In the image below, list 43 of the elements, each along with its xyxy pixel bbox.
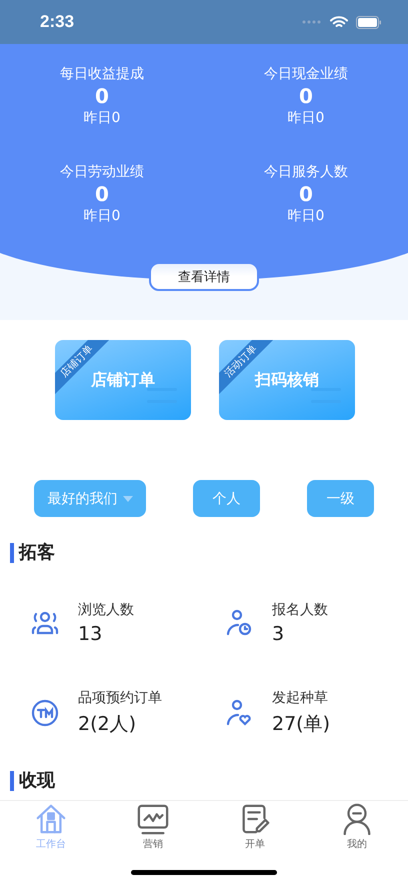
stat-label: 今日劳动业绩 [60,163,144,182]
section-title: 收现 [10,771,55,791]
metric-label: 发起种草 [272,689,329,707]
filter-button[interactable]: 最好的我们 [34,480,146,517]
metric-value: 3 [272,623,286,645]
stat-yesterday: 昨日0 [84,207,120,226]
signal-icon [302,20,322,24]
filter-button[interactable]: 一级 [307,480,374,517]
stat-value: 0 [299,84,313,108]
order-card[interactable]: 活动订单 扫码核销 [219,340,355,420]
stat-value: 0 [95,84,109,108]
monitor-chart-icon [136,803,170,835]
section-title: 拓客 [10,543,55,563]
stat-value: 0 [299,182,313,206]
metric-label: 浏览人数 [78,601,134,619]
battery-icon [356,16,382,28]
stat-label: 今日现金业绩 [264,65,348,84]
metric-value: 27(单) [272,712,330,737]
person-clock-icon [224,608,254,638]
metric-value: 13 [78,623,104,645]
caret-icon [122,496,132,502]
stat-label: 今日服务人数 [264,163,348,182]
stat-yesterday: 昨日0 [84,109,120,128]
tab-item[interactable]: 营销 [102,801,204,851]
tab-item[interactable]: 开单 [204,801,306,851]
details-button[interactable]: 查看详情 [149,262,259,291]
stat-value: 0 [95,182,109,206]
card-title: 扫码核销 [255,370,319,390]
stat-yesterday: 昨日0 [288,109,324,128]
wifi-icon [330,16,348,28]
tab-item[interactable]: 我的 [306,801,408,851]
filter-button[interactable]: 个人 [193,480,260,517]
metric-label: 品项预约订单 [78,689,162,707]
order-card[interactable]: 店铺订单 店铺订单 [55,340,191,420]
card-title: 店铺订单 [91,370,155,390]
metric-label: 报名人数 [272,601,328,619]
metric-value: 2(2人) [78,712,138,737]
stat-yesterday: 昨日0 [288,207,324,226]
stat-label: 每日收益提成 [60,65,144,84]
status-time: 2:33 [40,12,74,32]
trademark-icon [30,698,60,728]
house-icon [34,803,68,835]
tab-item[interactable]: 工作台 [0,801,102,851]
